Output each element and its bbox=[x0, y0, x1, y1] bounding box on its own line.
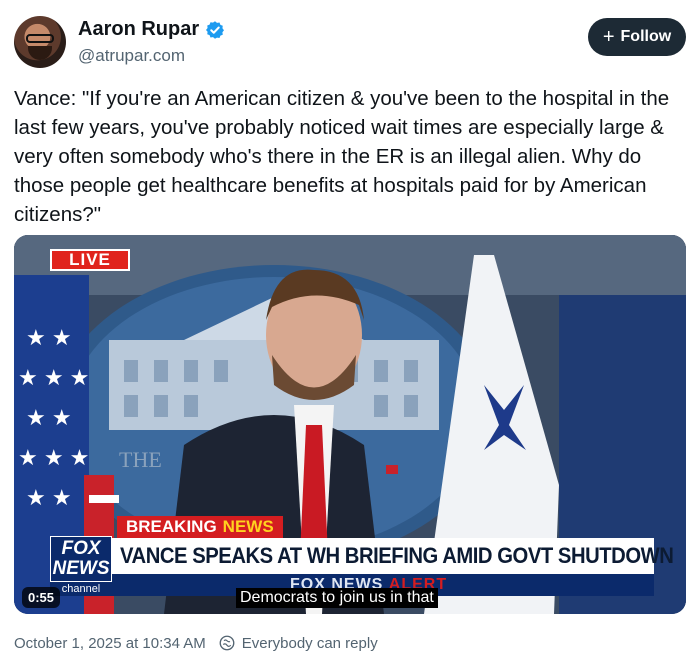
post-timestamp[interactable]: October 1, 2025 at 10:34 AM bbox=[14, 635, 206, 652]
verified-badge-icon bbox=[206, 20, 225, 39]
avatar-glasses bbox=[26, 34, 54, 43]
video-timecode: 0:55 bbox=[22, 587, 61, 608]
reply-setting-label: Everybody can reply bbox=[241, 634, 378, 652]
backdrop-text: THE bbox=[119, 447, 162, 472]
fox-news-logo: FOX NEWS bbox=[50, 536, 112, 582]
follow-button[interactable]: + Follow bbox=[588, 18, 686, 56]
breaking-label: BREAKING bbox=[126, 517, 217, 536]
post-footer: October 1, 2025 at 10:34 AM Everybody ca… bbox=[14, 632, 686, 654]
breaking-news-banner: BREAKING NEWS bbox=[117, 516, 283, 538]
follow-label: Follow bbox=[620, 28, 672, 45]
svg-text:★ ★: ★ ★ bbox=[26, 405, 72, 430]
author-name[interactable]: Aaron Rupar bbox=[78, 18, 199, 41]
plus-icon: + bbox=[602, 26, 615, 48]
post-header: Aaron Rupar @atrupar.com + Follow bbox=[14, 14, 686, 70]
svg-text:★ ★: ★ ★ bbox=[26, 325, 72, 350]
live-badge: LIVE bbox=[50, 249, 130, 271]
avatar[interactable] bbox=[14, 16, 66, 68]
breaking-news-label: NEWS bbox=[222, 517, 274, 536]
video-player[interactable]: THE ★ ★ ★ ★ ★ ★ ★ ★ ★ ★ ★ ★ LIVE BREAKING … bbox=[14, 235, 686, 614]
svg-text:★ ★: ★ ★ bbox=[26, 485, 72, 510]
author-handle[interactable]: @atrupar.com bbox=[78, 46, 185, 66]
globe-reply-icon bbox=[219, 635, 235, 651]
svg-text:★ ★ ★: ★ ★ ★ bbox=[18, 445, 89, 470]
svg-text:★ ★ ★: ★ ★ ★ bbox=[18, 365, 89, 390]
video-caption: Democrats to join us in that bbox=[236, 588, 438, 608]
chyron-headline-bar: VANCE SPEAKS AT WH BRIEFING AMID GOVT SH… bbox=[110, 538, 674, 574]
avatar-beard bbox=[28, 46, 52, 60]
post-text: Vance: "If you're an American citizen & … bbox=[14, 87, 670, 226]
reply-setting[interactable]: Everybody can reply bbox=[218, 634, 378, 652]
logo-line1: FOX bbox=[61, 538, 101, 559]
logo-line2: NEWS bbox=[52, 558, 110, 579]
name-row: Aaron Rupar bbox=[78, 18, 225, 41]
chyron-headline: VANCE SPEAKS AT WH BRIEFING AMID GOVT SH… bbox=[120, 543, 674, 568]
